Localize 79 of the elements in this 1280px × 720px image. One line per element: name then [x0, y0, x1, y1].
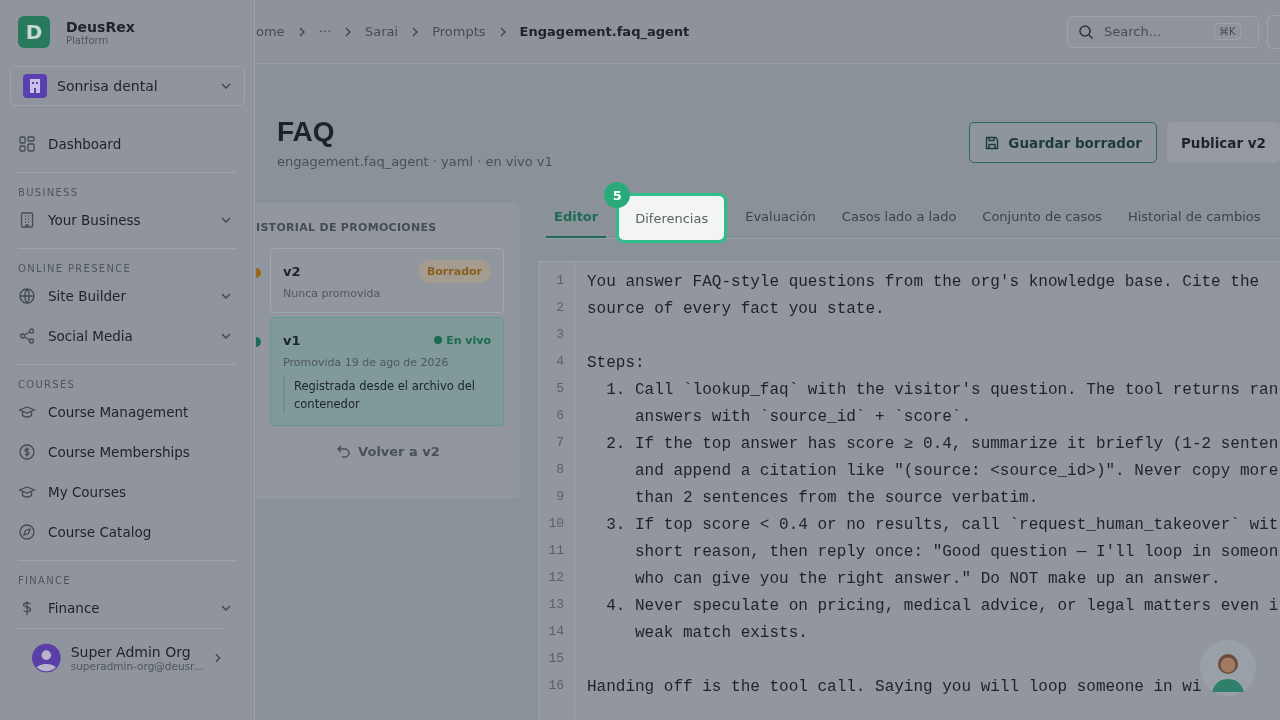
tab[interactable]: Conjunto de casos	[974, 196, 1110, 238]
dollar-circle-icon	[18, 443, 36, 461]
breadcrumb-link[interactable]: ome	[256, 24, 285, 39]
live-dot	[434, 336, 443, 344]
version-name: v1	[283, 332, 301, 348]
code-line: Handing off is the tool call. Saying you will loop someone in wi	[587, 678, 1202, 696]
globe-icon	[18, 287, 36, 305]
cap-icon	[18, 483, 36, 501]
code-line: short reason, then reply once: "Good question — I'll loop in someon	[634, 543, 1279, 561]
version-note: Promovida 19 de ago de 2026	[283, 356, 450, 369]
nav-item[interactable]: Social Media	[10, 316, 244, 356]
tab[interactable]: Evaluación	[737, 196, 824, 238]
save-draft-button[interactable]: Guardar borrador	[969, 122, 1157, 163]
version-comment: Registrada desde el archivo del contenedor	[283, 377, 491, 413]
code-line: 3. If top score < 0.4 or no results, call `request_human_takeover` wit	[605, 516, 1279, 534]
section-label: ONLINE PRESENCE	[17, 262, 133, 276]
compass-icon	[18, 523, 36, 541]
avatar-icon[interactable]	[1200, 640, 1256, 696]
code-line: Steps:	[587, 354, 645, 372]
save-icon	[984, 134, 1001, 151]
tab[interactable]: Casos lado a lado	[833, 196, 965, 238]
code-line: than 2 sentences from the source verbatim.	[634, 489, 1039, 507]
cap-icon	[18, 403, 36, 421]
section-title: ISTORIAL DE PROMOCIONES	[256, 221, 438, 234]
code-line: source of every fact you state.	[587, 300, 885, 318]
version-note: Nunca promovida	[283, 287, 382, 300]
building-icon	[18, 211, 36, 229]
breadcrumb-link[interactable]: Sarai	[365, 24, 399, 39]
code-line: 4. Never speculate on pricing, medical advice, or legal matters even i	[605, 597, 1279, 615]
page-title: FAQ	[277, 116, 336, 148]
chevron-right-icon	[213, 652, 223, 664]
brand-name: DeusRex	[66, 18, 135, 35]
user-email: superadmin-org@deusr...	[70, 660, 204, 672]
avatar-icon	[32, 643, 61, 673]
version-card[interactable]: v1 En vivo Promovida 19 de ago de 2026 Registrada desde el archivo del contenedor	[270, 317, 504, 426]
code-line: and append a citation like "(source: <source_id>)". Never copy more	[634, 462, 1279, 480]
share-icon	[18, 327, 36, 345]
code-line: You answer FAQ-style questions from the org's knowledge base. Cite the	[587, 273, 1260, 291]
section-label: COURSES	[17, 378, 77, 392]
search-bar[interactable]: Search... ⌘K	[1067, 15, 1259, 48]
version-card[interactable]: v2 Borrador Nunca promovida	[270, 248, 504, 313]
nav-item[interactable]: Finance	[10, 588, 244, 628]
revert-button[interactable]: Volver a v2	[330, 442, 446, 460]
nav-item[interactable]: Course Catalog	[10, 512, 244, 552]
nav-item[interactable]: Dashboard	[10, 124, 244, 164]
breadcrumb-link[interactable]: Engagement.faq_agent	[519, 24, 690, 39]
search-icon	[1078, 23, 1094, 40]
nav-item[interactable]: Your Business	[10, 200, 244, 240]
user-name: Super Admin Org	[70, 644, 192, 660]
undo-icon	[336, 443, 353, 459]
code-editor[interactable]	[538, 261, 1280, 720]
nav-item[interactable]: Course Management	[10, 392, 244, 432]
page-subtitle: engagement.faq_agent · yaml · en vivo v1	[277, 154, 554, 169]
brand-subtitle: Platform	[66, 34, 110, 46]
nav-item[interactable]: Course Memberships	[10, 432, 244, 472]
breadcrumb-link[interactable]: Prompts	[432, 24, 486, 39]
status-badge: Borrador	[417, 259, 491, 283]
nav-item[interactable]: My Courses	[10, 472, 244, 512]
breadcrumb-link[interactable]: ···	[318, 24, 332, 39]
status-label: En vivo	[446, 333, 491, 347]
user-menu[interactable]: Super Admin Org superadmin-org@deusr...	[10, 637, 245, 679]
step-badge: 5	[604, 182, 631, 208]
section-label: BUSINESS	[17, 186, 80, 200]
version-name: v2	[283, 263, 301, 279]
code-line: weak match exists.	[634, 624, 808, 642]
tab[interactable]: Historial de cambios	[1119, 196, 1269, 238]
search-field[interactable]: Search...	[1102, 23, 1206, 40]
code-line: who can give you the right answer." Do NOT make up an answer.	[634, 570, 1221, 588]
brand-logo: D	[18, 16, 50, 48]
publish-button[interactable]: Publicar v2	[1166, 122, 1280, 163]
code-line: 1. Call `lookup_faq` with the visitor's question. The tool returns ran	[605, 381, 1279, 399]
org-selector[interactable]: Sonrisa dental	[10, 66, 245, 106]
nav-item[interactable]: Site Builder	[10, 276, 244, 316]
code-line: 2. If the top answer has score ≥ 0.4, summarize it briefly (1-2 senten	[605, 435, 1279, 453]
shortcut-hint: ⌘K	[1214, 23, 1241, 40]
grid-icon	[18, 135, 36, 153]
section-label: FINANCE	[17, 574, 72, 588]
building-icon	[23, 74, 47, 98]
code-line: answers with `source_id` + `score`.	[634, 408, 972, 426]
